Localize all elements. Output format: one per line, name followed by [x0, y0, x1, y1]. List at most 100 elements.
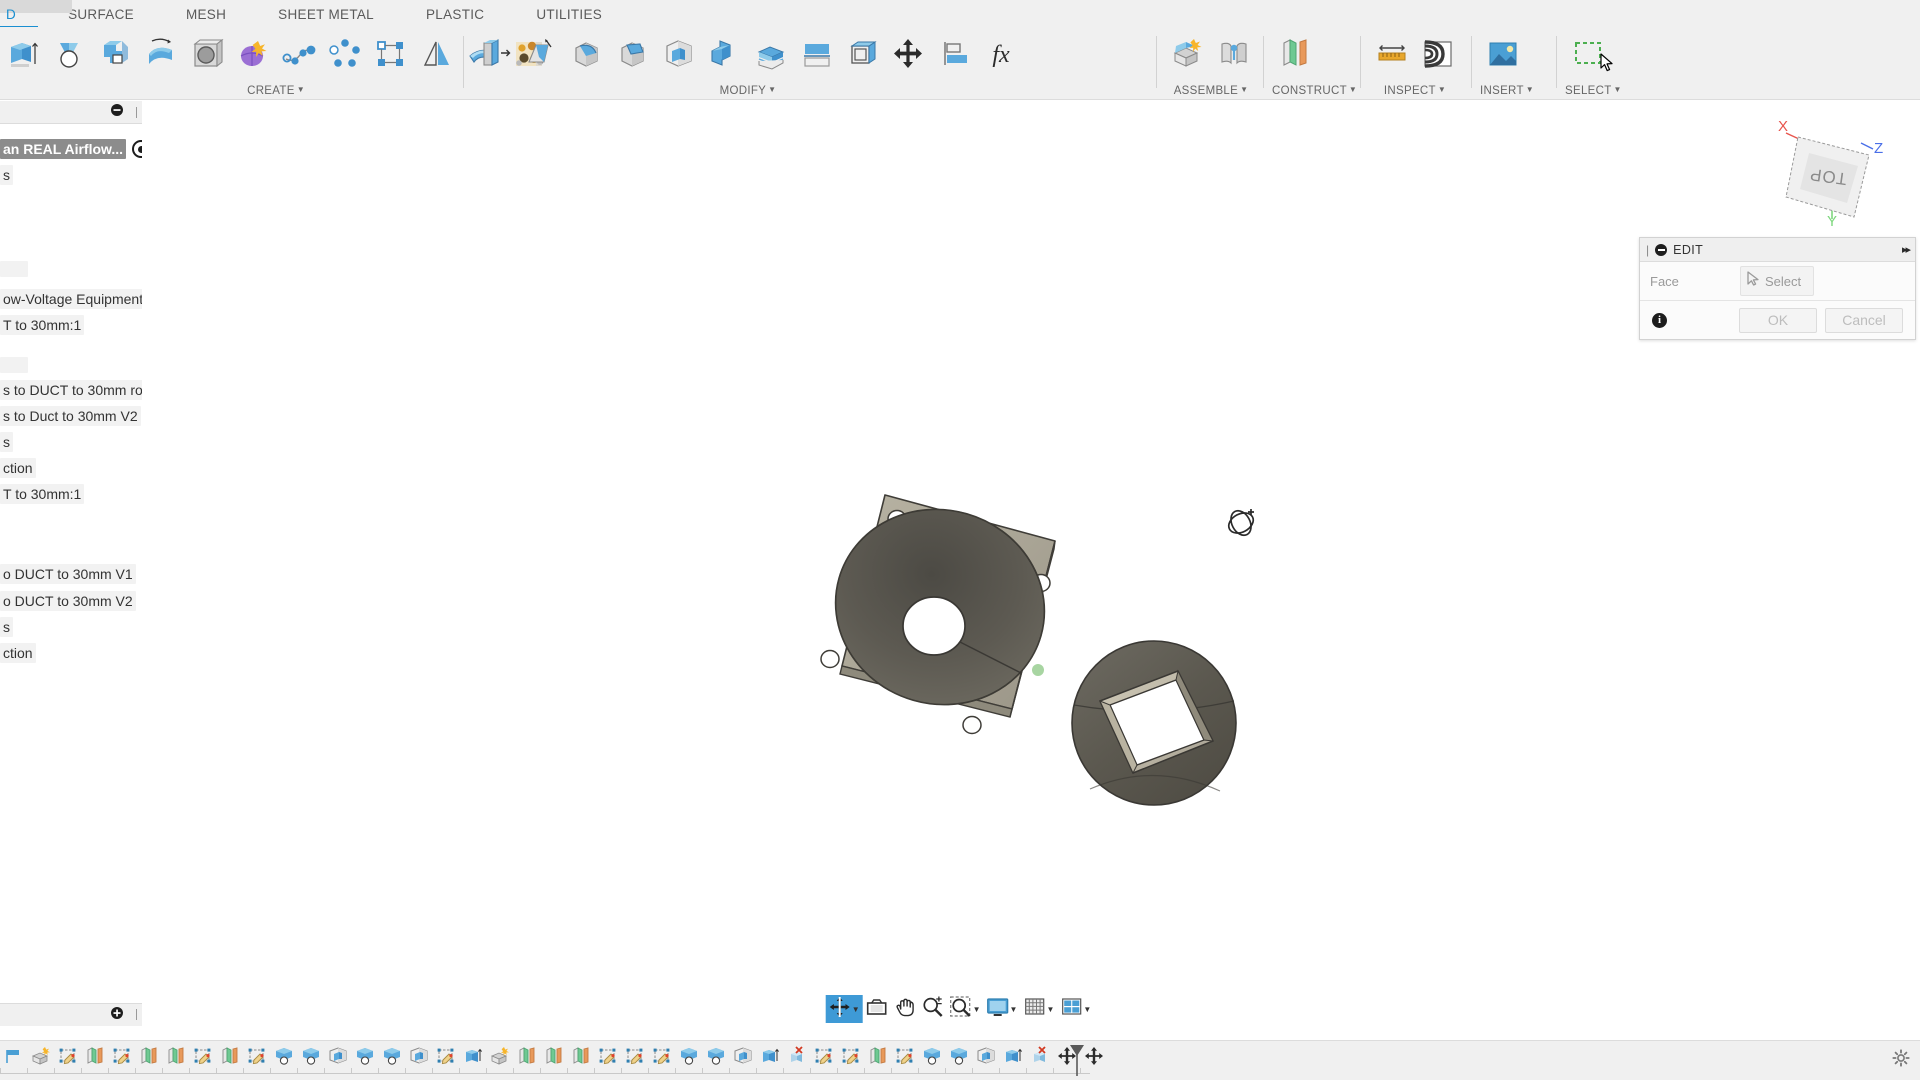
timeline-feature-15[interactable]	[378, 1043, 405, 1073]
measure-button[interactable]	[1369, 31, 1415, 77]
timeline-feature-11[interactable]	[270, 1043, 297, 1073]
timeline-feature-9[interactable]	[216, 1043, 243, 1073]
chevron-down-icon[interactable]: ▼	[1240, 85, 1248, 94]
combine-button[interactable]	[702, 31, 748, 77]
chevron-down-icon[interactable]: ▼	[1438, 85, 1446, 94]
cancel-button[interactable]: Cancel	[1825, 307, 1903, 333]
split-face-button[interactable]	[794, 31, 840, 77]
chevron-down-icon[interactable]: ▼	[768, 85, 776, 94]
pattern-on-path-button[interactable]	[276, 31, 322, 77]
browser-item-construction-2[interactable]: ction	[0, 640, 142, 666]
timeline-feature-1[interactable]	[0, 1043, 27, 1073]
browser-item-units[interactable]: s	[0, 162, 142, 188]
fillet-button[interactable]	[564, 31, 610, 77]
timeline-feature-38[interactable]	[999, 1043, 1026, 1073]
timeline-feature-19[interactable]	[486, 1043, 513, 1073]
chevron-down-icon[interactable]: ▼	[1046, 1005, 1054, 1014]
offset-face-button[interactable]	[748, 31, 794, 77]
rib-button[interactable]	[184, 31, 230, 77]
edit-dialog[interactable]: | EDIT ▸▸ Face Select i OK Cancel	[1639, 237, 1916, 340]
timeline-feature-6[interactable]	[135, 1043, 162, 1073]
chevron-down-icon[interactable]: ▼	[1010, 1005, 1018, 1014]
chevron-down-icon[interactable]: ▼	[1083, 1005, 1091, 1014]
rectangular-pattern-button[interactable]	[368, 31, 414, 77]
section-analysis-button[interactable]	[1415, 31, 1461, 77]
look-at-button[interactable]	[863, 995, 891, 1023]
playhead-marker[interactable]	[1068, 1043, 1086, 1080]
timeline-feature-2[interactable]	[27, 1043, 54, 1073]
pan-button[interactable]	[891, 995, 919, 1023]
timeline-feature-24[interactable]	[621, 1043, 648, 1073]
timeline-feature-28[interactable]	[729, 1043, 756, 1073]
fit-button[interactable]: ▼	[947, 995, 984, 1023]
browser-item-duct-to-30mm-v2b[interactable]: o DUCT to 30mm V2	[0, 588, 142, 614]
grid-and-snaps-button[interactable]: ▼	[1020, 995, 1057, 1023]
timeline-feature-21[interactable]	[540, 1043, 567, 1073]
chevron-down-icon[interactable]: ▼	[973, 1005, 981, 1014]
timeline-feature-37[interactable]	[972, 1043, 999, 1073]
visibility-toggle-icon[interactable]	[132, 140, 142, 158]
chevron-down-icon[interactable]: ▼	[1349, 85, 1357, 94]
timeline-feature-8[interactable]	[189, 1043, 216, 1073]
timeline-feature-7[interactable]	[162, 1043, 189, 1073]
timeline-feature-26[interactable]	[675, 1043, 702, 1073]
create-form-button[interactable]	[230, 31, 276, 77]
timeline-feature-17[interactable]	[432, 1043, 459, 1073]
change-parameters-button[interactable]: fx	[978, 31, 1024, 77]
timeline-feature-13[interactable]	[324, 1043, 351, 1073]
gear-icon[interactable]	[1892, 1049, 1910, 1072]
panel-inspect-label[interactable]: INSPECT ▼	[1369, 85, 1461, 97]
browser-resize-grip-bottom[interactable]	[136, 1009, 137, 1020]
browser-item-duct-to-30mm-round[interactable]: s to DUCT to 30mm round	[0, 377, 142, 403]
expand-right-icon[interactable]: ▸▸	[1902, 243, 1911, 256]
browser-item-duct-to-30mm-v1[interactable]: o DUCT to 30mm V1	[0, 561, 142, 587]
panel-select-label[interactable]: SELECT ▼	[1565, 85, 1621, 97]
round-cap-rect-opening-body[interactable]	[1071, 640, 1237, 806]
viewports-button[interactable]: ▼	[1057, 995, 1094, 1023]
timeline-feature-36[interactable]	[945, 1043, 972, 1073]
timeline-feature-4[interactable]	[81, 1043, 108, 1073]
offset-plane-button[interactable]	[1272, 31, 1318, 77]
draft-button[interactable]	[518, 31, 564, 77]
chevron-down-icon[interactable]: ▼	[1526, 85, 1534, 94]
browser-item-duct-to-30mm-1b[interactable]: T to 30mm:1	[0, 481, 142, 507]
joint-button[interactable]	[1211, 31, 1257, 77]
timeline-feature-5[interactable]	[108, 1043, 135, 1073]
face-select-button[interactable]: Select	[1740, 266, 1815, 296]
timeline-feature-12[interactable]	[297, 1043, 324, 1073]
timeline-feature-32[interactable]	[837, 1043, 864, 1073]
panel-construct-label[interactable]: CONSTRUCT ▼	[1272, 85, 1357, 97]
orbit-gizmo[interactable]	[1224, 504, 1260, 545]
timeline-feature-31[interactable]	[810, 1043, 837, 1073]
panel-insert-label[interactable]: INSERT ▼	[1480, 85, 1534, 97]
move-copy-button[interactable]	[886, 31, 932, 77]
browser-item-duct-to-30mm-1[interactable]: T to 30mm:1	[0, 312, 142, 338]
orbit-button[interactable]: ▼	[825, 995, 863, 1023]
browser-resize-grip-top[interactable]	[136, 107, 137, 118]
minimize-icon[interactable]	[1655, 243, 1668, 256]
zoom-button[interactable]	[919, 995, 947, 1023]
align-button[interactable]	[932, 31, 978, 77]
chevron-down-icon[interactable]: ▼	[852, 1005, 860, 1014]
square-flange-funnel-body[interactable]	[812, 485, 1067, 735]
tab-sheet-metal[interactable]: SHEET METAL	[252, 2, 400, 27]
browser-item-bodies[interactable]: s	[0, 429, 142, 455]
loft-button[interactable]	[138, 31, 184, 77]
collapse-icon[interactable]	[110, 103, 124, 122]
ok-button[interactable]: OK	[1739, 307, 1817, 333]
tab-plastic[interactable]: PLASTIC	[400, 2, 510, 27]
timeline-feature-22[interactable]	[567, 1043, 594, 1073]
extrude-button[interactable]	[0, 31, 46, 77]
revolve-button[interactable]	[46, 31, 92, 77]
shell-button[interactable]	[656, 31, 702, 77]
edit-dialog-titlebar[interactable]: | EDIT ▸▸	[1640, 238, 1915, 262]
info-icon[interactable]: i	[1652, 312, 1667, 328]
mirror-button[interactable]	[414, 31, 460, 77]
timeline-feature-25[interactable]	[648, 1043, 675, 1073]
timeline-feature-3[interactable]	[54, 1043, 81, 1073]
panel-assemble-label[interactable]: ASSEMBLE ▼	[1165, 85, 1257, 97]
timeline-feature-14[interactable]	[351, 1043, 378, 1073]
new-component-button[interactable]	[1165, 31, 1211, 77]
tab-utilities[interactable]: UTILITIES	[510, 2, 628, 27]
timeline-feature-16[interactable]	[405, 1043, 432, 1073]
